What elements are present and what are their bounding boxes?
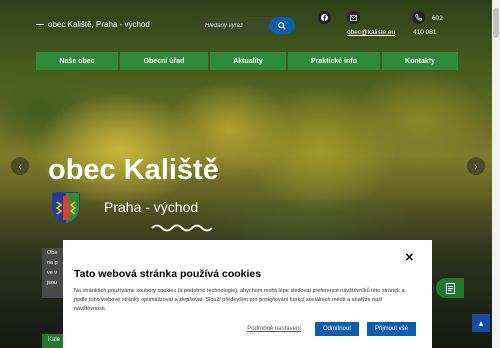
intro-line: na p bbox=[47, 260, 58, 266]
scrollbar-thumb[interactable] bbox=[493, 8, 499, 38]
search-input[interactable] bbox=[199, 22, 271, 29]
chevron-left-icon: ‹ bbox=[18, 161, 22, 171]
facebook-icon bbox=[321, 14, 328, 21]
chevron-right-icon: › bbox=[474, 161, 478, 171]
intro-text-box: Obe na p ve v jsou bbox=[42, 248, 64, 298]
cookie-text: Na stránkách používáme soubory cookies (… bbox=[74, 288, 405, 312]
coat-of-arms-icon bbox=[52, 192, 80, 224]
email-text: obec@kaliste.eu bbox=[347, 29, 396, 36]
facebook-button[interactable] bbox=[318, 11, 331, 24]
email-link[interactable]: obec@kaliste.eu bbox=[347, 29, 395, 36]
phone-button[interactable] bbox=[412, 11, 425, 24]
intro-line: Obe bbox=[47, 250, 58, 256]
cookie-title: Tato webová stránka používá cookies bbox=[74, 268, 262, 280]
phone-icon bbox=[415, 14, 422, 21]
main-nav: Naše obec Obecní úřad Aktuality Praktick… bbox=[36, 52, 458, 70]
nav-item-obecni-urad[interactable]: Obecní úřad bbox=[120, 52, 208, 70]
search-box bbox=[199, 17, 295, 34]
cookie-dialog: ✕ Tato webová stránka používá cookies Na… bbox=[63, 240, 432, 348]
nav-item-nase-obec[interactable]: Naše obec bbox=[36, 52, 118, 70]
nav-item-kontakty[interactable]: Kontakty bbox=[382, 52, 458, 70]
brand-name: obec Kaliště, Praha - východ bbox=[48, 20, 150, 29]
brand-dash bbox=[36, 23, 44, 26]
wave-divider bbox=[151, 224, 213, 232]
intro-line: ve v bbox=[47, 270, 58, 276]
slider-prev-button[interactable]: ‹ bbox=[11, 157, 29, 175]
calendar-tab[interactable]: Kale bbox=[42, 334, 64, 348]
scroll-top-button[interactable]: ▲ bbox=[472, 314, 490, 332]
arrow-up-icon: ▲ bbox=[477, 318, 485, 328]
search-icon bbox=[278, 21, 286, 30]
hero-subtitle: Praha - východ bbox=[104, 199, 199, 215]
phone-line-1[interactable]: 602 bbox=[432, 15, 443, 22]
top-bar: obec Kaliště, Praha - východ obec@kalist… bbox=[0, 0, 500, 48]
cookie-reject-button[interactable]: Odmítnout bbox=[314, 322, 359, 336]
cookie-settings-link[interactable]: Podrobné nastavení bbox=[247, 326, 301, 332]
document-icon bbox=[445, 282, 455, 294]
intro-line: jsou bbox=[47, 280, 58, 286]
hero-title: obec Kaliště bbox=[48, 154, 219, 186]
slider-next-button[interactable]: › bbox=[467, 157, 485, 175]
search-button[interactable] bbox=[269, 17, 295, 34]
mail-button[interactable] bbox=[347, 11, 360, 24]
nav-item-aktuality[interactable]: Aktuality bbox=[210, 52, 286, 70]
page-scrollbar[interactable] bbox=[492, 0, 500, 348]
home-link[interactable]: obec Kaliště, Praha - východ bbox=[36, 20, 150, 29]
cookie-actions: Podrobné nastavení Odmítnout Přijmout vš… bbox=[247, 322, 416, 336]
cookie-accept-button[interactable]: Přijmout vše bbox=[366, 322, 416, 336]
mail-icon bbox=[350, 14, 357, 21]
phone-line-2[interactable]: 410 081 bbox=[413, 29, 437, 36]
nav-item-prakticke-info[interactable]: Praktické info bbox=[288, 52, 380, 70]
document-tab-button[interactable] bbox=[436, 278, 464, 298]
close-icon[interactable]: ✕ bbox=[405, 251, 414, 264]
